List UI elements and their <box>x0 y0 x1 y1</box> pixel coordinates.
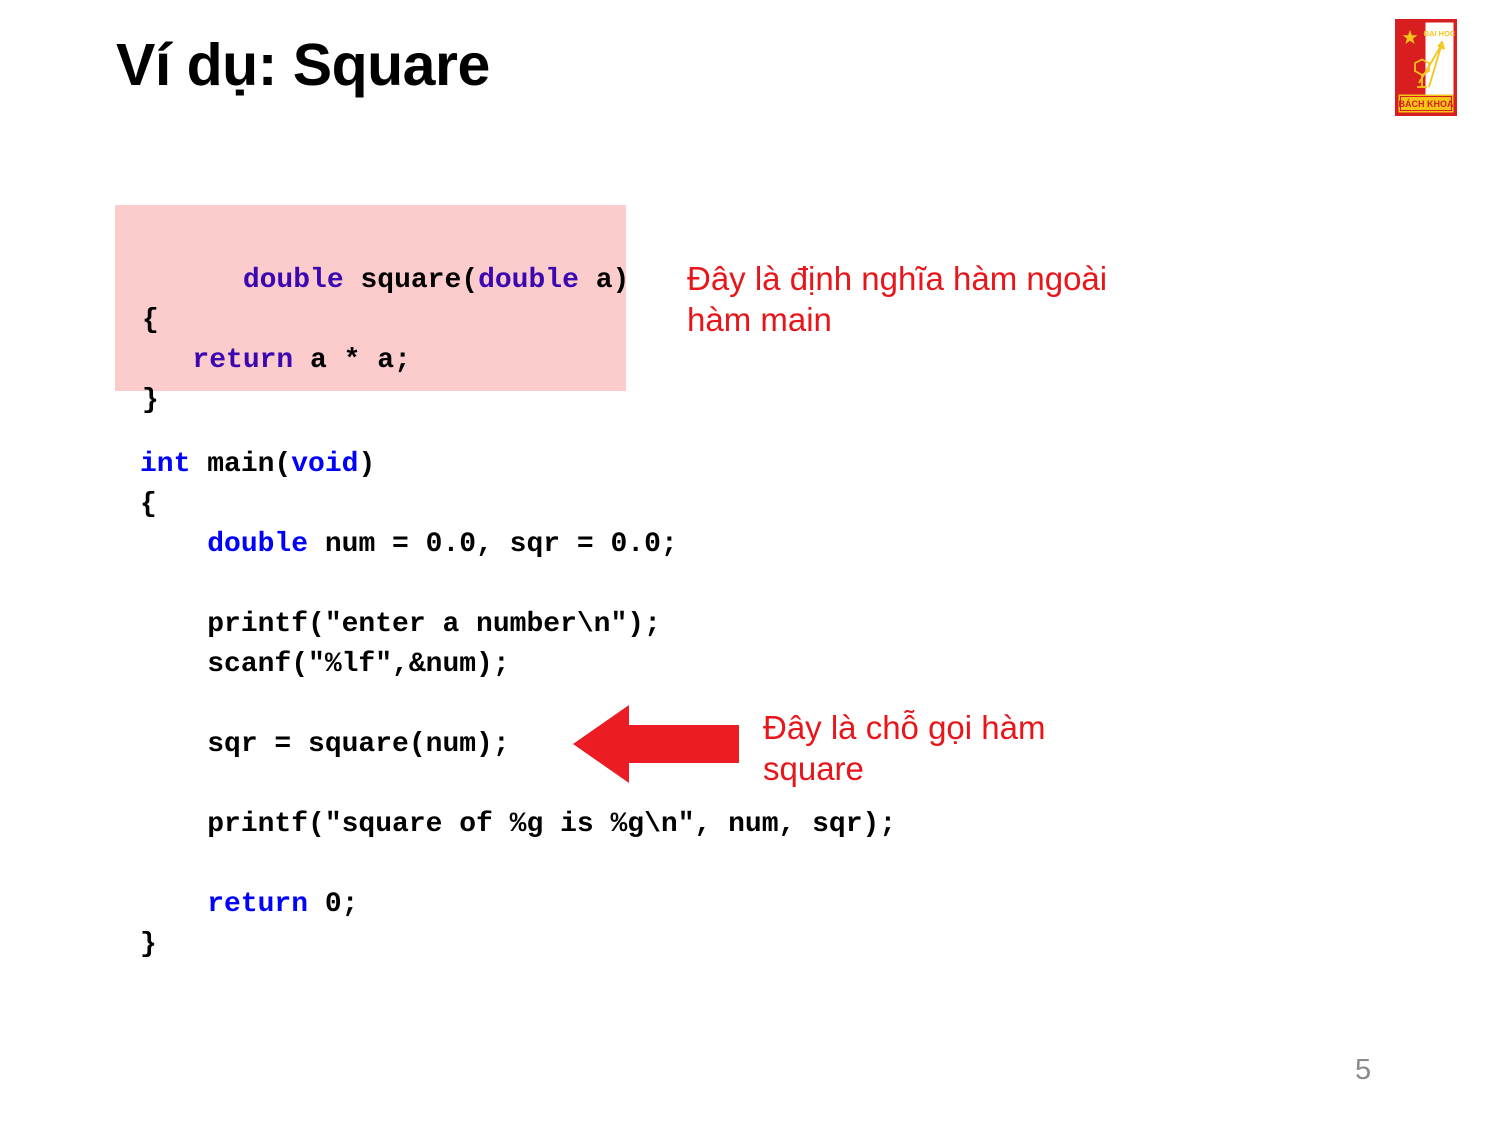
svg-text:ĐẠI HỌC: ĐẠI HỌC <box>1424 29 1456 38</box>
svg-text:BÁCH KHOA: BÁCH KHOA <box>1399 99 1454 109</box>
page-title: Ví dụ: Square <box>116 32 490 98</box>
code-fragment: { <box>140 489 157 520</box>
code-fragment: } <box>140 929 157 960</box>
code-fragment: ) <box>358 449 376 480</box>
keyword-double: double <box>478 265 579 296</box>
keyword-void: void <box>291 449 359 480</box>
code-fragment: a * a; <box>293 345 411 376</box>
code-fragment: a) <box>578 265 630 296</box>
keyword-return: return <box>192 345 294 376</box>
annotation-function-definition: Đây là định nghĩa hàm ngoài hàm main <box>687 260 1108 338</box>
keyword-double: double <box>207 529 309 560</box>
page-number: 5 <box>1355 1054 1372 1086</box>
code-fragment: main( <box>190 449 292 480</box>
slide-canvas: Ví dụ: Square ĐẠI HỌC BÁCH KHOA double s… <box>0 0 1499 1124</box>
left-arrow-icon <box>573 703 739 785</box>
keyword-int: int <box>140 449 191 480</box>
code-line-printf-result: printf("square of %g is %g\n", num, sqr)… <box>140 809 897 840</box>
code-fragment: { <box>142 305 159 336</box>
code-fragment: num = 0.0, sqr = 0.0; <box>308 529 678 560</box>
code-fragment <box>140 529 207 560</box>
code-line-scanf: scanf("%lf",&num); <box>140 649 510 680</box>
keyword-double: double <box>242 265 344 296</box>
code-text-square-definition: double square(double a) { return a * a; … <box>142 221 629 461</box>
annotation-function-call: Đây là chỗ gọi hàm square <box>763 709 1046 787</box>
code-fragment <box>142 345 192 376</box>
code-fragment: 0; <box>308 889 359 920</box>
code-fragment: square( <box>343 265 479 296</box>
keyword-return: return <box>207 889 309 920</box>
code-block-square-definition: double square(double a) { return a * a; … <box>115 205 629 416</box>
code-line-printf-prompt: printf("enter a number\n"); <box>140 609 661 640</box>
code-line-square-call: sqr = square(num); <box>140 729 510 760</box>
code-fragment: } <box>142 385 159 416</box>
code-fragment <box>140 889 207 920</box>
code-block-main: int main(void) { double num = 0.0, sqr =… <box>140 445 896 965</box>
university-logo: ĐẠI HỌC BÁCH KHOA <box>1395 19 1457 116</box>
